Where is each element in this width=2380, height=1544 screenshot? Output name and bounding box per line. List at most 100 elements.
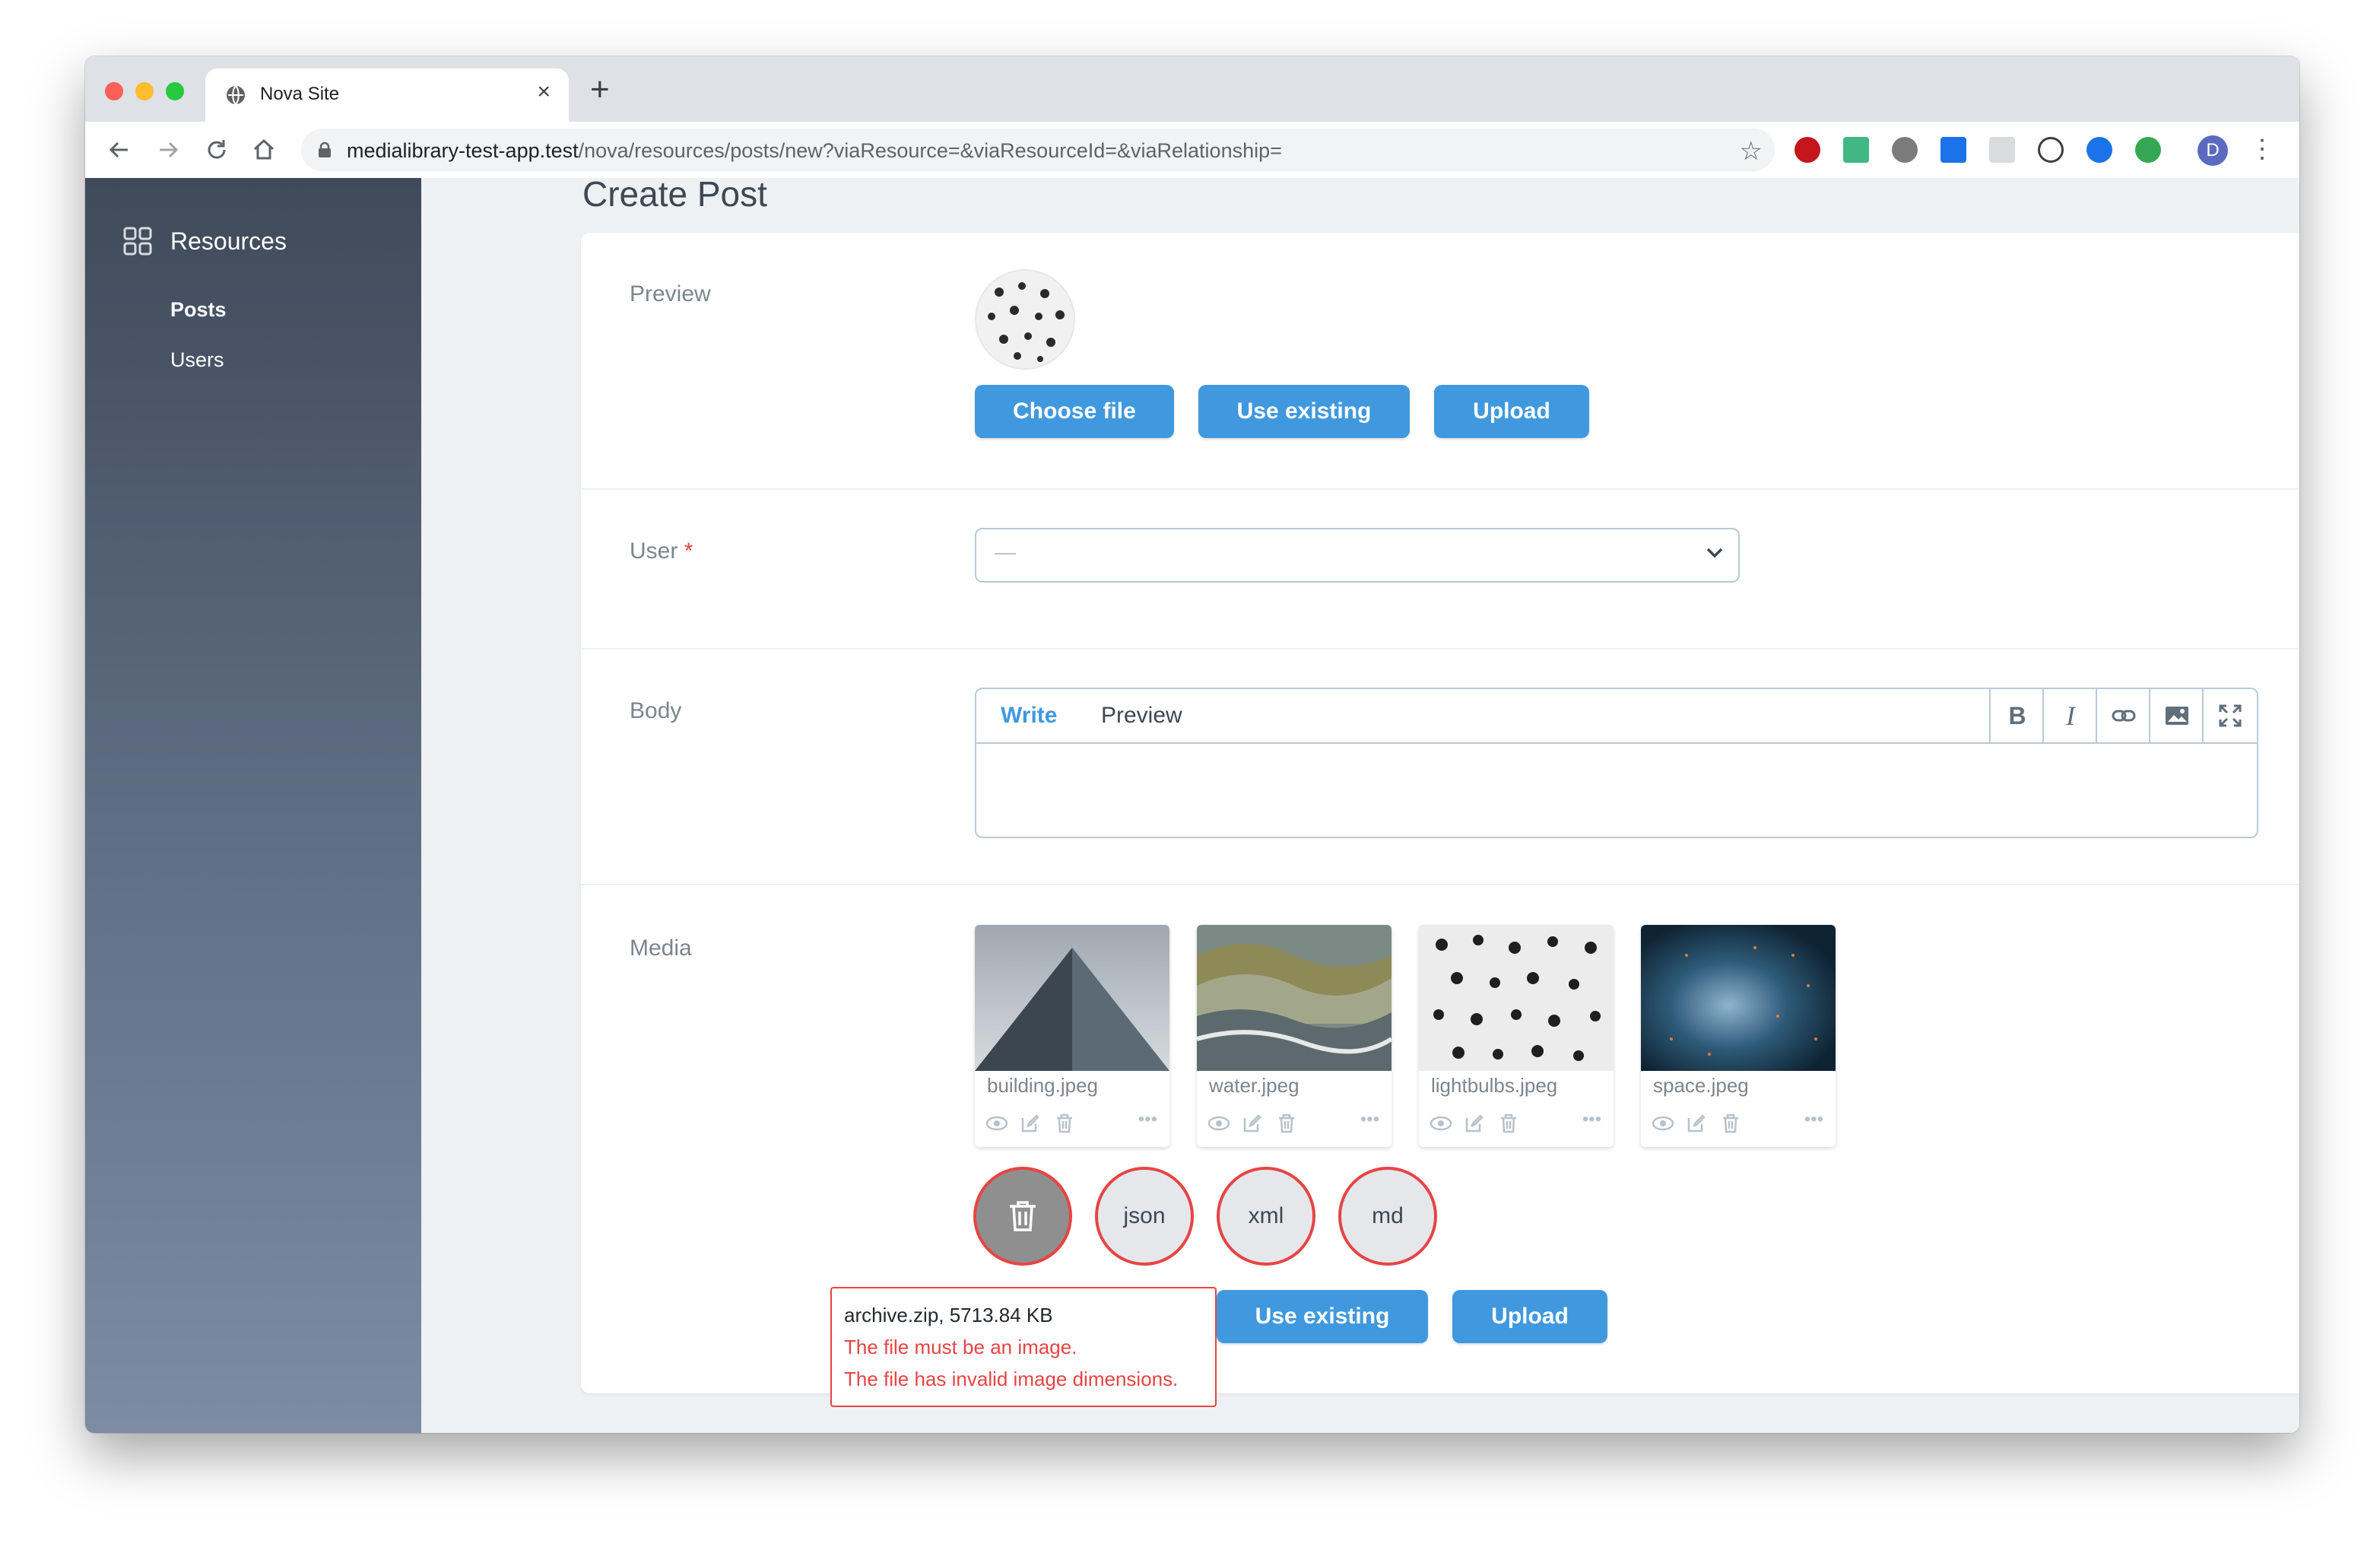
new-tab-button[interactable]: + — [590, 71, 610, 108]
bookmark-star-icon[interactable]: ☆ — [1740, 136, 1763, 167]
editor-textarea[interactable] — [976, 744, 2257, 835]
water-thumbnail — [1197, 925, 1392, 1071]
close-tab-icon[interactable]: × — [537, 79, 551, 105]
choose-file-button[interactable]: Choose file — [975, 385, 1174, 438]
media-file-name: space.jpeg — [1653, 1074, 1749, 1097]
pending-file-json[interactable]: json — [1095, 1167, 1194, 1266]
user-label: User * — [630, 538, 693, 564]
media-item[interactable]: building.jpeg ••• — [975, 925, 1169, 1147]
media-item[interactable]: space.jpeg ••• — [1641, 925, 1836, 1147]
italic-button[interactable]: I — [2042, 689, 2097, 742]
grid-extension-icon[interactable] — [1989, 137, 2015, 163]
pending-file-md[interactable]: md — [1338, 1167, 1437, 1266]
edit-icon[interactable] — [1687, 1114, 1706, 1133]
bold-button[interactable]: B — [1989, 689, 2044, 742]
sidebar-item-posts[interactable]: Posts — [170, 298, 227, 322]
back-icon[interactable] — [106, 137, 132, 163]
close-window-button[interactable] — [105, 82, 123, 100]
more-icon[interactable]: ••• — [1582, 1109, 1601, 1130]
id-extension-icon[interactable] — [1940, 137, 1966, 163]
sidebar: Resources Posts Users — [85, 178, 421, 1433]
media-use-existing-button[interactable]: Use existing — [1217, 1290, 1428, 1343]
body-label: Body — [630, 698, 682, 723]
lightbulbs-thumbnail — [976, 271, 1074, 368]
browser-menu-icon[interactable]: ⋮ — [2249, 134, 2275, 164]
error-file-info: archive.zip, 5713.84 KB — [844, 1304, 1053, 1326]
edit-icon[interactable] — [1242, 1114, 1262, 1133]
fullscreen-button[interactable] — [2202, 689, 2257, 742]
browser-window: Nova Site × + medialibrary-test-app.test… — [85, 56, 2299, 1433]
tab-bar: Nova Site × + — [85, 56, 2299, 122]
tab-write[interactable]: Write — [1001, 703, 1057, 729]
user-select[interactable]: — — [975, 528, 1740, 583]
trash-icon — [1010, 1201, 1036, 1231]
onepassword-extension-icon[interactable] — [2038, 137, 2064, 163]
edit-icon[interactable] — [1464, 1114, 1484, 1133]
forward-icon[interactable] — [155, 137, 181, 163]
more-icon[interactable]: ••• — [1360, 1109, 1379, 1130]
building-thumbnail — [975, 925, 1169, 1071]
trash-icon[interactable] — [1499, 1114, 1518, 1133]
media-upload-button[interactable]: Upload — [1452, 1290, 1607, 1343]
globe-icon — [227, 85, 245, 105]
pending-file-xml[interactable]: xml — [1217, 1167, 1315, 1266]
trash-icon[interactable] — [1722, 1114, 1740, 1133]
main-content: Create Post Preview Choose file Use exis… — [421, 174, 2299, 1433]
media-label: Media — [630, 936, 692, 961]
media-item[interactable]: water.jpeg ••• — [1197, 925, 1392, 1147]
address-bar[interactable]: medialibrary-test-app.test/nova/resource… — [301, 129, 1775, 171]
media-actions: ••• — [1430, 1109, 1604, 1136]
vue-devtools-extension-icon[interactable] — [1843, 137, 1869, 163]
fullscreen-icon — [2219, 704, 2242, 727]
bplus-extension-icon[interactable] — [2135, 137, 2161, 163]
more-icon[interactable]: ••• — [1138, 1109, 1157, 1130]
media-actions: ••• — [985, 1109, 1160, 1136]
sidebar-item-users[interactable]: Users — [170, 348, 224, 372]
editor-toolbar: Write Preview B I — [976, 689, 2257, 744]
media-actions: ••• — [1207, 1109, 1382, 1136]
lock-icon — [319, 142, 331, 157]
shield-extension-icon[interactable] — [2086, 137, 2112, 163]
chevron-down-icon — [1706, 548, 1723, 558]
eye-icon[interactable] — [1430, 1115, 1452, 1132]
home-icon[interactable] — [251, 137, 277, 163]
media-file-name: water.jpeg — [1209, 1074, 1299, 1097]
upload-button[interactable]: Upload — [1434, 385, 1589, 438]
edit-icon[interactable] — [1020, 1114, 1040, 1133]
eye-icon[interactable] — [985, 1115, 1008, 1132]
page-title: Create Post — [582, 174, 767, 214]
more-icon[interactable]: ••• — [1804, 1109, 1823, 1130]
space-thumbnail — [1641, 925, 1836, 1071]
image-icon — [2166, 707, 2188, 725]
media-item[interactable]: lightbulbs.jpeg ••• — [1419, 925, 1614, 1147]
link-icon — [2112, 710, 2136, 722]
trash-icon[interactable] — [1055, 1114, 1074, 1133]
maximize-window-button[interactable] — [166, 82, 184, 100]
minimize-window-button[interactable] — [135, 82, 154, 100]
url-text: medialibrary-test-app.test/nova/resource… — [347, 139, 1282, 163]
invalid-file-delete[interactable] — [973, 1167, 1072, 1266]
user-label-text: User — [630, 538, 678, 564]
use-existing-button[interactable]: Use existing — [1198, 385, 1410, 438]
eye-icon[interactable] — [1652, 1115, 1674, 1132]
lightning-extension-icon[interactable] — [1892, 137, 1918, 163]
upload-error-tooltip: archive.zip, 5713.84 KB The file must be… — [830, 1287, 1217, 1407]
reload-icon[interactable] — [204, 137, 230, 163]
link-button[interactable] — [2096, 689, 2150, 742]
adblock-extension-icon[interactable] — [1795, 137, 1820, 163]
browser-toolbar: medialibrary-test-app.test/nova/resource… — [85, 122, 2299, 179]
lightbulbs-thumbnail — [1419, 925, 1614, 1071]
image-button[interactable] — [2149, 689, 2204, 742]
sidebar-heading[interactable]: Resources — [123, 227, 287, 256]
form-card: Preview Choose file Use existing Upload … — [581, 233, 2299, 1407]
bold-icon: B — [2008, 701, 2026, 729]
browser-tab[interactable]: Nova Site × — [205, 68, 569, 122]
media-file-name: building.jpeg — [987, 1074, 1099, 1097]
trash-icon[interactable] — [1277, 1114, 1296, 1133]
profile-avatar[interactable]: D — [2198, 135, 2228, 166]
required-mark: * — [684, 538, 693, 564]
eye-icon[interactable] — [1207, 1115, 1230, 1132]
row-divider — [581, 648, 2299, 650]
tab-preview[interactable]: Preview — [1101, 703, 1182, 729]
media-actions: ••• — [1652, 1109, 1826, 1136]
